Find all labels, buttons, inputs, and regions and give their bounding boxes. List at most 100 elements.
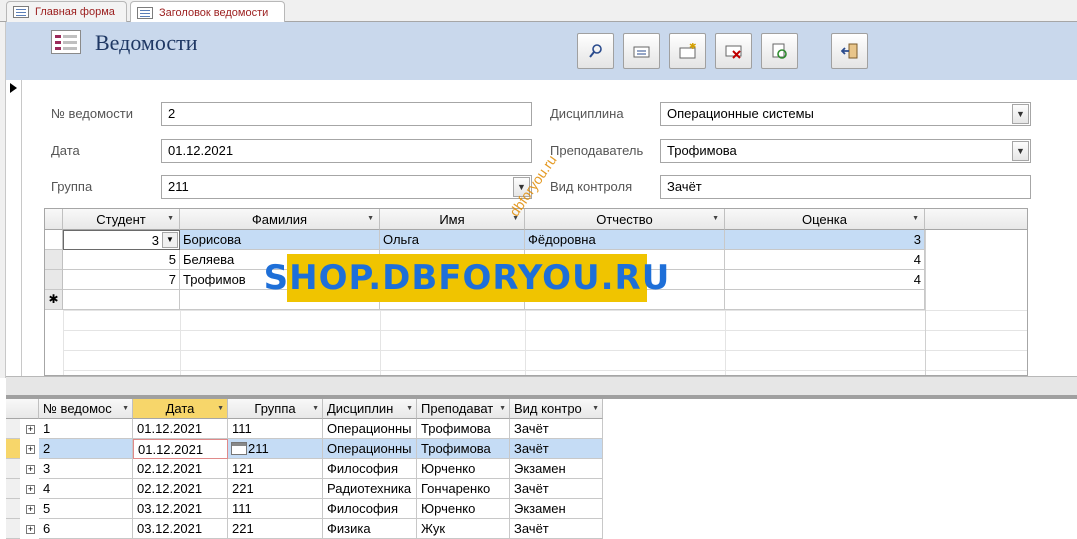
document-tab-bar: Главная форма Заголовок ведомости bbox=[0, 0, 1077, 23]
table-cell[interactable]: Зачёт bbox=[510, 519, 603, 539]
delete-record-button[interactable] bbox=[715, 33, 752, 69]
expand-icon[interactable]: + bbox=[26, 505, 35, 514]
table-cell[interactable]: 2 bbox=[39, 439, 133, 459]
table-cell[interactable]: 7 bbox=[63, 270, 180, 290]
table-cell[interactable]: Юрченко bbox=[417, 499, 510, 519]
row-selector[interactable] bbox=[45, 230, 63, 250]
table-cell[interactable]: 121 bbox=[228, 459, 323, 479]
table-cell[interactable]: Трофимова bbox=[417, 439, 510, 459]
table-cell[interactable]: Зачёт bbox=[510, 439, 603, 459]
grid-line bbox=[380, 310, 381, 375]
table-cell[interactable]: Философия bbox=[323, 459, 417, 479]
search-button[interactable] bbox=[577, 33, 614, 69]
new-record-button[interactable] bbox=[623, 33, 660, 69]
table-cell[interactable]: 02.12.2021 bbox=[133, 479, 228, 499]
row-selector[interactable] bbox=[6, 459, 20, 479]
tab-main-form[interactable]: Главная форма bbox=[6, 1, 127, 22]
table-cell[interactable]: 5 bbox=[63, 250, 180, 270]
date-cell-editing[interactable]: 01.12.2021 bbox=[133, 439, 228, 459]
column-header-discipline[interactable]: Дисциплин ▼ bbox=[323, 399, 417, 419]
number-label: № ведомости bbox=[51, 106, 133, 121]
column-header-teacher[interactable]: Преподават ▼ bbox=[417, 399, 510, 419]
date-field[interactable]: 01.12.2021 bbox=[161, 139, 532, 163]
teacher-combobox[interactable]: Трофимова ▼ bbox=[660, 139, 1031, 163]
column-header-grade[interactable]: Оценка ▼ bbox=[725, 209, 925, 230]
chevron-down-icon[interactable]: ▼ bbox=[1012, 141, 1029, 161]
table-cell[interactable]: Зачёт bbox=[510, 419, 603, 439]
column-header-surname[interactable]: Фамилия ▼ bbox=[180, 209, 380, 230]
chevron-down-icon[interactable]: ▼ bbox=[1012, 104, 1029, 124]
column-header-control[interactable]: Вид контро ▼ bbox=[510, 399, 603, 419]
table-cell[interactable]: 5 bbox=[39, 499, 133, 519]
table-cell[interactable]: Радиотехника bbox=[323, 479, 417, 499]
row-selector[interactable] bbox=[6, 419, 20, 439]
new-row-cell[interactable] bbox=[63, 290, 180, 310]
row-selector[interactable] bbox=[45, 270, 63, 290]
row-selector-current[interactable] bbox=[6, 439, 20, 459]
table-cell[interactable]: 1 bbox=[39, 419, 133, 439]
row-selector[interactable] bbox=[6, 479, 20, 499]
table-cell[interactable]: 221 bbox=[228, 519, 323, 539]
select-all-corner[interactable] bbox=[6, 399, 39, 419]
add-record-button[interactable]: ✱ bbox=[669, 33, 706, 69]
row-selector[interactable] bbox=[6, 499, 20, 519]
expand-icon[interactable]: + bbox=[26, 425, 35, 434]
table-cell[interactable]: 4 bbox=[725, 250, 925, 270]
table-cell[interactable]: Физика bbox=[323, 519, 417, 539]
table-cell[interactable]: Операционны bbox=[323, 419, 417, 439]
table-cell[interactable]: 111 bbox=[228, 499, 323, 519]
group-combobox[interactable]: 211 ▼ bbox=[161, 175, 532, 199]
expand-icon[interactable]: + bbox=[26, 465, 35, 474]
table-cell[interactable]: 4 bbox=[39, 479, 133, 499]
column-header-name[interactable]: Имя ▼ bbox=[380, 209, 525, 230]
column-header-empty bbox=[925, 209, 1027, 230]
column-header-date[interactable]: Дата ▼ bbox=[133, 399, 228, 419]
table-cell[interactable]: 3 bbox=[725, 230, 925, 250]
column-header-patronymic[interactable]: Отчество ▼ bbox=[525, 209, 725, 230]
table-cell[interactable]: 4 bbox=[725, 270, 925, 290]
select-all-corner[interactable] bbox=[45, 209, 63, 230]
record-selector[interactable] bbox=[6, 80, 22, 376]
expand-icon[interactable]: + bbox=[26, 445, 35, 454]
number-field[interactable]: 2 bbox=[161, 102, 532, 126]
table-cell[interactable]: 3 bbox=[39, 459, 133, 479]
expand-icon[interactable]: + bbox=[26, 525, 35, 534]
grid-line bbox=[925, 230, 926, 375]
refresh-button[interactable] bbox=[761, 33, 798, 69]
table-cell[interactable]: 01.12.2021 bbox=[133, 419, 228, 439]
chevron-down-icon[interactable]: ▼ bbox=[162, 232, 178, 248]
column-header-group[interactable]: Группа ▼ bbox=[228, 399, 323, 419]
calendar-icon[interactable] bbox=[231, 442, 247, 455]
table-cell[interactable]: Философия bbox=[323, 499, 417, 519]
table-cell[interactable]: Ольга bbox=[380, 230, 525, 250]
table-cell[interactable]: Юрченко bbox=[417, 459, 510, 479]
watermark-banner: SHOP.DBFORYOU.RU bbox=[264, 254, 669, 302]
row-selector[interactable] bbox=[45, 250, 63, 270]
table-cell[interactable]: 111 bbox=[228, 419, 323, 439]
table-cell[interactable]: Фёдоровна bbox=[525, 230, 725, 250]
table-cell[interactable]: 03.12.2021 bbox=[133, 499, 228, 519]
table-cell[interactable]: Экзамен bbox=[510, 459, 603, 479]
column-header-number[interactable]: № ведомос ▼ bbox=[39, 399, 133, 419]
discipline-combobox[interactable]: Операционные системы ▼ bbox=[660, 102, 1031, 126]
table-cell[interactable]: Борисова bbox=[180, 230, 380, 250]
column-header-student[interactable]: Студент ▼ bbox=[63, 209, 180, 230]
table-cell[interactable]: Жук bbox=[417, 519, 510, 539]
split-form-divider[interactable] bbox=[6, 376, 1077, 399]
row-selector[interactable] bbox=[6, 519, 20, 539]
new-row-cell[interactable] bbox=[725, 290, 925, 310]
table-cell[interactable]: Гончаренко bbox=[417, 479, 510, 499]
table-cell[interactable]: Экзамен bbox=[510, 499, 603, 519]
tab-statement-header[interactable]: Заголовок ведомости bbox=[130, 1, 285, 23]
exit-button[interactable] bbox=[831, 33, 868, 69]
table-cell[interactable]: Трофимова bbox=[417, 419, 510, 439]
table-cell[interactable]: 03.12.2021 bbox=[133, 519, 228, 539]
expand-icon[interactable]: + bbox=[26, 485, 35, 494]
table-cell[interactable]: 221 bbox=[228, 479, 323, 499]
control-field[interactable]: Зачёт bbox=[660, 175, 1031, 199]
table-cell[interactable]: 6 bbox=[39, 519, 133, 539]
new-row-icon[interactable]: ✱ bbox=[45, 290, 63, 310]
table-cell[interactable]: 02.12.2021 bbox=[133, 459, 228, 479]
table-cell[interactable]: Зачёт bbox=[510, 479, 603, 499]
table-cell[interactable]: Операционны bbox=[323, 439, 417, 459]
